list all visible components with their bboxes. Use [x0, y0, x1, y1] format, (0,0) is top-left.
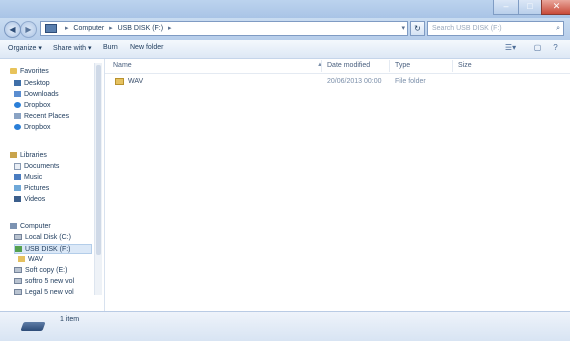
- nav-downloads[interactable]: Downloads: [14, 90, 59, 100]
- usb-drive-icon: [15, 246, 22, 253]
- navigation-pane: Favorites Desktop Downloads Dropbox Rece…: [0, 59, 105, 311]
- nav-dropbox[interactable]: Dropbox: [14, 101, 50, 111]
- nav-dropbox-2[interactable]: Dropbox: [14, 123, 50, 133]
- new-folder-button[interactable]: New folder: [130, 44, 163, 51]
- address-bar[interactable]: ▸ Computer ▸ USB DISK (F:) ▸ ▾: [40, 21, 408, 36]
- burn-button[interactable]: Burn: [103, 44, 118, 51]
- folder-icon: [115, 78, 124, 85]
- folder-icon: [18, 256, 25, 263]
- breadcrumb-usb-disk[interactable]: USB DISK (F:): [118, 25, 164, 32]
- nav-recent-places[interactable]: Recent Places: [14, 112, 69, 122]
- nav-computer[interactable]: Computer: [10, 222, 51, 232]
- explorer-window: – □ ✕ ◀ ▶ ▸ Computer ▸ USB DISK (F:) ▸ ▾…: [0, 0, 570, 341]
- command-bar: Organize ▾ Share with ▾ Burn New folder …: [0, 40, 570, 59]
- computer-icon: [10, 223, 17, 230]
- breadcrumb-separator: ▸: [109, 25, 113, 32]
- sort-indicator-icon: ▲: [317, 62, 323, 68]
- drive-icon: [14, 278, 22, 285]
- item-count: 1 item: [60, 316, 80, 323]
- documents-icon: [14, 162, 21, 170]
- pictures-icon: [14, 185, 21, 192]
- preview-pane-icon[interactable]: ▢: [531, 43, 544, 55]
- nav-documents[interactable]: Documents: [14, 162, 59, 172]
- search-placeholder: Search USB DISK (F:): [432, 25, 502, 32]
- column-separator[interactable]: [389, 60, 390, 72]
- file-row[interactable]: WAV 20/06/2013 00:00 File folder: [105, 77, 570, 88]
- dropbox-icon: [14, 124, 21, 131]
- file-name: WAV: [128, 78, 144, 85]
- column-header-type[interactable]: Type: [395, 62, 410, 69]
- breadcrumb-computer[interactable]: Computer: [73, 25, 104, 32]
- nav-drive-2[interactable]: softro 5 new vol: [14, 277, 74, 287]
- maximize-button[interactable]: □: [518, 0, 542, 15]
- nav-favorites[interactable]: Favorites: [10, 67, 49, 77]
- nav-libraries[interactable]: Libraries: [10, 151, 47, 161]
- usb-drive-icon: [20, 322, 46, 331]
- column-header-size[interactable]: Size: [458, 62, 472, 69]
- column-separator[interactable]: [452, 60, 453, 72]
- nav-local-disk[interactable]: Local Disk (C:): [14, 233, 71, 243]
- nav-scrollbar[interactable]: [94, 63, 102, 295]
- breadcrumb-separator: ▸: [64, 25, 69, 32]
- dropbox-icon: [14, 102, 21, 109]
- search-input[interactable]: Search USB DISK (F:) ⌕: [427, 21, 564, 36]
- nav-usb-folder[interactable]: WAV: [18, 255, 43, 265]
- nav-usb-disk[interactable]: USB DISK (F:): [14, 244, 92, 254]
- breadcrumb-separator: ▸: [168, 25, 172, 32]
- back-icon: ◀: [9, 25, 16, 34]
- music-icon: [14, 174, 21, 181]
- file-date-modified: 20/06/2013 00:00: [327, 78, 382, 85]
- nav-music[interactable]: Music: [14, 173, 42, 183]
- help-icon[interactable]: ?: [549, 43, 562, 55]
- column-headers: Name ▲ Date modified Type Size: [105, 59, 570, 74]
- nav-drive-3[interactable]: Legal 5 new vol: [14, 288, 74, 298]
- file-type: File folder: [395, 78, 426, 85]
- computer-icon: [45, 23, 57, 33]
- column-header-date-modified[interactable]: Date modified: [327, 62, 370, 69]
- nav-pictures[interactable]: Pictures: [14, 184, 49, 194]
- recent-places-icon: [14, 113, 21, 120]
- videos-icon: [14, 196, 21, 203]
- column-separator[interactable]: [321, 60, 322, 72]
- maximize-icon: □: [527, 1, 533, 11]
- refresh-icon: ↻: [414, 24, 421, 33]
- refresh-button[interactable]: ↻: [410, 21, 425, 36]
- share-with-menu[interactable]: Share with ▾: [53, 44, 92, 52]
- desktop-icon: [14, 80, 21, 87]
- search-icon: ⌕: [556, 25, 560, 32]
- address-dropdown-icon[interactable]: ▾: [401, 22, 405, 35]
- column-header-name[interactable]: Name: [113, 62, 132, 69]
- back-button[interactable]: ◀: [4, 21, 21, 38]
- drive-icon: [14, 289, 22, 296]
- nav-scrollbar-thumb[interactable]: [96, 65, 101, 255]
- nav-drive-1[interactable]: Soft copy (E:): [14, 266, 67, 276]
- file-list: Name ▲ Date modified Type Size WAV 20/06…: [105, 59, 570, 311]
- drive-icon: [14, 267, 22, 274]
- forward-button[interactable]: ▶: [20, 21, 37, 38]
- details-pane: 1 item: [0, 311, 570, 341]
- minimize-button[interactable]: –: [493, 0, 519, 15]
- change-view-icon[interactable]: ☰▾: [504, 43, 517, 55]
- close-button[interactable]: ✕: [541, 0, 570, 15]
- libraries-icon: [10, 152, 17, 159]
- star-icon: [10, 68, 17, 75]
- title-bar[interactable]: – □ ✕: [0, 0, 570, 18]
- close-icon: ✕: [552, 1, 561, 11]
- drive-icon: [14, 234, 22, 241]
- forward-icon: ▶: [25, 25, 32, 34]
- address-row: ◀ ▶ ▸ Computer ▸ USB DISK (F:) ▸ ▾ ↻ Sea…: [0, 18, 570, 40]
- downloads-icon: [14, 91, 21, 98]
- organize-menu[interactable]: Organize ▾: [8, 44, 42, 52]
- minimize-icon: –: [503, 1, 509, 11]
- nav-desktop[interactable]: Desktop: [14, 79, 50, 89]
- nav-videos[interactable]: Videos: [14, 195, 45, 205]
